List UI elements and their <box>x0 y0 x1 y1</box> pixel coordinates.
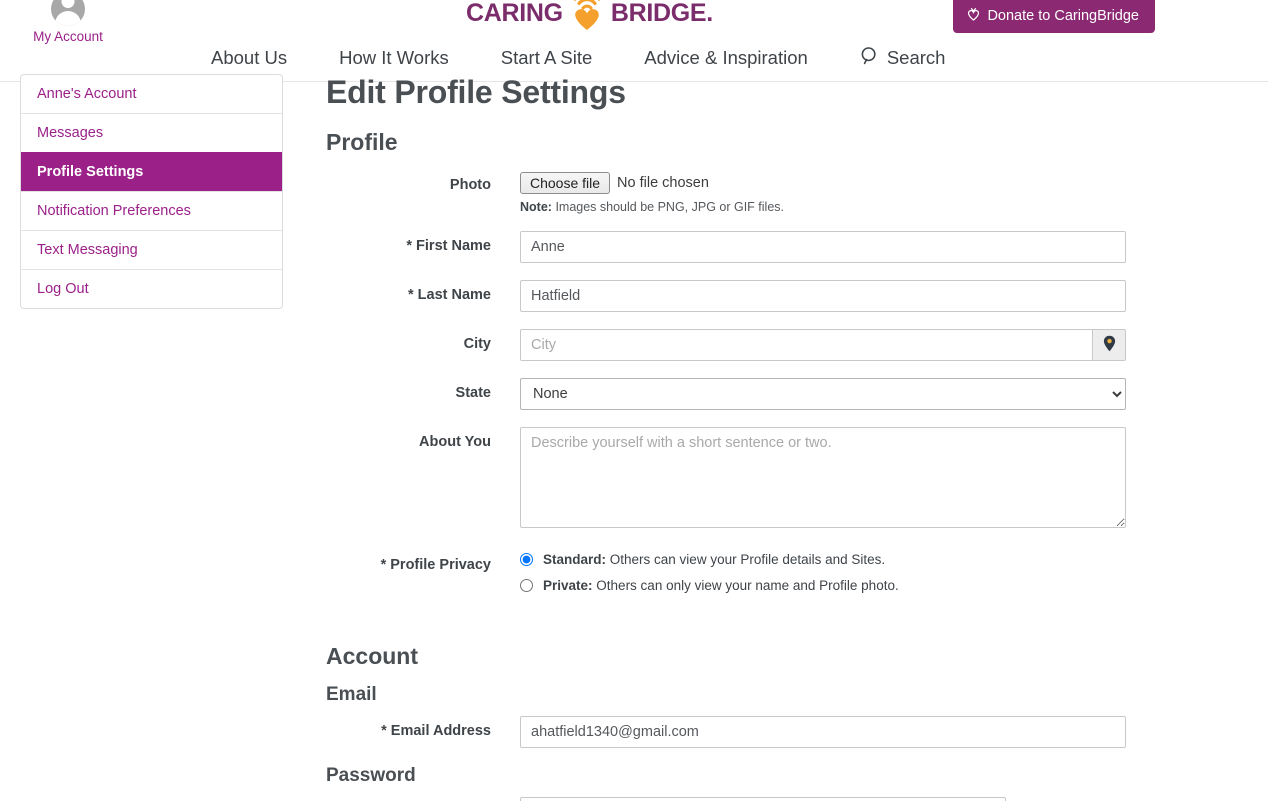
privacy-option-standard[interactable]: Standard: Others can view your Profile d… <box>520 550 1156 567</box>
donate-button[interactable]: Donate to CaringBridge <box>953 0 1155 33</box>
first-name-input[interactable] <box>520 231 1126 263</box>
privacy-private-name: Private: <box>543 578 593 593</box>
choose-file-button[interactable]: Choose file <box>520 172 611 194</box>
privacy-private-desc: Others can only view your name and Profi… <box>596 578 899 593</box>
nav-label: Start A Site <box>500 47 593 68</box>
first-name-row: * First Name <box>326 231 1156 263</box>
sidebar-item-text-messaging[interactable]: Text Messaging <box>21 230 282 269</box>
sidebar-item-label: Log Out <box>37 281 89 297</box>
map-pin-icon <box>1103 335 1116 355</box>
nav-item-advice-inspiration[interactable]: Advice & Inspiration <box>644 47 808 69</box>
sidebar-item-label: Anne's Account <box>37 86 137 102</box>
heart-with-signal-icon <box>564 0 610 30</box>
old-password-input[interactable] <box>520 797 1006 801</box>
privacy-radio-standard[interactable] <box>520 553 533 566</box>
email-input[interactable] <box>520 716 1126 748</box>
city-label: City <box>463 336 491 352</box>
city-input[interactable] <box>520 329 1092 361</box>
main-navigation: About Us How It Works Start A Site Advic… <box>0 46 1268 70</box>
privacy-standard-name: Standard: <box>543 552 607 567</box>
logo-text-bridge: BRIDGE <box>610 0 707 27</box>
page-title: Edit Profile Settings <box>326 74 626 110</box>
photo-note-prefix: Note: <box>520 200 552 214</box>
photo-row: Photo Choose file No file chosen Note: I… <box>326 170 1156 214</box>
city-row: City <box>326 329 1156 361</box>
sidebar-item-annes-account[interactable]: Anne's Account <box>21 75 282 113</box>
about-you-label: About You <box>419 434 491 450</box>
nav-item-search[interactable]: Search <box>860 46 946 70</box>
nav-label: Advice & Inspiration <box>644 47 808 68</box>
account-sidebar: Anne's Account Messages Profile Settings… <box>20 74 283 309</box>
map-pin-button[interactable] <box>1092 329 1126 361</box>
last-name-row: * Last Name <box>326 280 1156 312</box>
account-section-heading: Account <box>326 643 418 669</box>
sidebar-item-notification-preferences[interactable]: Notification Preferences <box>21 191 282 230</box>
privacy-option-private[interactable]: Private: Others can only view your name … <box>520 576 1156 593</box>
old-password-row: Old Password Show password <box>326 797 1156 801</box>
sidebar-item-log-out[interactable]: Log Out <box>21 269 282 308</box>
nav-label: About Us <box>211 47 288 68</box>
my-account-label: My Account <box>33 29 103 44</box>
search-icon <box>860 46 879 70</box>
last-name-label: * Last Name <box>407 287 491 303</box>
nav-label: How It Works <box>339 47 449 68</box>
site-header: My Account CARING BRIDGE . Donate to Car… <box>0 0 1268 82</box>
privacy-radio-private[interactable] <box>520 579 533 592</box>
about-you-textarea[interactable] <box>520 427 1126 528</box>
state-select[interactable]: None <box>520 378 1126 410</box>
sidebar-item-messages[interactable]: Messages <box>21 113 282 152</box>
profile-settings-form: Edit Profile Settings Profile Photo Choo… <box>326 74 1156 801</box>
my-account-link[interactable]: My Account <box>28 0 108 44</box>
nav-item-start-a-site[interactable]: Start A Site <box>501 47 593 69</box>
email-label: * Email Address <box>381 723 491 739</box>
nav-item-how-it-works[interactable]: How It Works <box>339 47 449 69</box>
sidebar-item-profile-settings[interactable]: Profile Settings <box>21 152 282 191</box>
password-subsection-heading: Password <box>326 765 416 786</box>
photo-note-text: Images should be PNG, JPG or GIF files. <box>555 200 784 214</box>
sidebar-item-label: Notification Preferences <box>37 203 191 219</box>
nav-item-about-us[interactable]: About Us <box>211 47 287 69</box>
old-password-label: Old Password <box>326 797 520 801</box>
no-file-chosen-text: No file chosen <box>617 175 709 191</box>
nav-label: Search <box>886 47 946 68</box>
user-avatar-icon <box>51 0 85 26</box>
sidebar-item-label: Profile Settings <box>37 164 144 180</box>
email-subsection-heading: Email <box>326 684 377 705</box>
profile-section-heading: Profile <box>326 129 398 155</box>
privacy-standard-desc: Others can view your Profile details and… <box>609 552 886 567</box>
last-name-input[interactable] <box>520 280 1126 312</box>
profile-privacy-label: * Profile Privacy <box>380 557 491 573</box>
email-row: * Email Address <box>326 716 1156 748</box>
heart-outline-icon <box>967 7 980 25</box>
sidebar-item-label: Text Messaging <box>37 242 138 258</box>
state-label: State <box>455 385 491 401</box>
profile-privacy-row: * Profile Privacy Standard: Others can v… <box>326 550 1156 602</box>
state-row: State None <box>326 378 1156 410</box>
sidebar-item-label: Messages <box>37 125 104 141</box>
photo-note: Note: Images should be PNG, JPG or GIF f… <box>520 200 1156 214</box>
logo-text-caring: CARING <box>466 0 563 27</box>
donate-button-label: Donate to CaringBridge <box>987 8 1139 24</box>
logo-text-dot: . <box>706 0 714 27</box>
first-name-label: * First Name <box>406 238 491 254</box>
caringbridge-logo[interactable]: CARING BRIDGE . <box>466 0 713 30</box>
about-you-row: About You <box>326 427 1156 533</box>
photo-label: Photo <box>449 177 491 193</box>
